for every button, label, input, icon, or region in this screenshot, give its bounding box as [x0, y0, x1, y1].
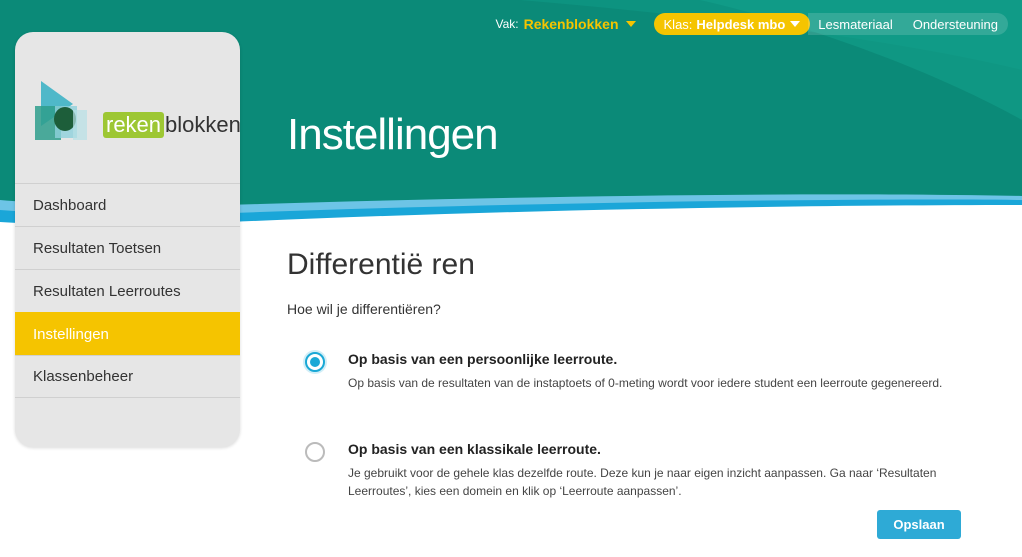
nav-link-ondersteuning[interactable]: Ondersteuning — [903, 13, 1008, 35]
vak-value: Rekenblokken — [523, 16, 619, 32]
sidebar-item-resultaten-toetsen[interactable]: Resultaten Toetsen — [15, 226, 240, 269]
vak-label: Vak: — [495, 17, 519, 31]
logo-text-blokken: blokken — [165, 112, 241, 137]
radio-persoonlijke-leerroute[interactable] — [305, 352, 325, 372]
nav-link-lesmateriaal[interactable]: Lesmateriaal — [808, 13, 902, 35]
logo-wordmark: reken blokken — [103, 112, 241, 138]
logo[interactable]: reken blokken — [33, 76, 241, 146]
klas-selector[interactable]: Klas: Helpdesk mbo — [653, 13, 811, 35]
sidebar-item-resultaten-leerroutes[interactable]: Resultaten Leerroutes — [15, 269, 240, 312]
nav-links: Lesmateriaal Ondersteuning — [808, 13, 1008, 35]
logo-icon — [35, 81, 87, 140]
option-description: Op basis van de resultaten van de instap… — [348, 376, 943, 390]
klas-value: Helpdesk mbo — [696, 16, 786, 32]
chevron-down-icon — [790, 21, 801, 27]
vak-selector[interactable]: Vak: Rekenblokken — [495, 16, 636, 32]
sidebar-item-dashboard[interactable]: Dashboard — [15, 183, 240, 226]
sidebar: reken blokken Dashboard Resultaten Toets… — [15, 32, 241, 447]
sidebar-menu: Dashboard Resultaten Toetsen Resultaten … — [15, 183, 240, 398]
chevron-down-icon — [625, 21, 636, 27]
radio-klassikale-leerroute[interactable] — [305, 442, 325, 462]
differentiation-question: Hoe wil je differentiëren? — [287, 301, 441, 317]
option-title: Op basis van een klassikale leerroute. — [348, 441, 601, 457]
sidebar-item-instellingen[interactable]: Instellingen — [15, 312, 240, 355]
section-title: Differentië ren — [287, 248, 475, 281]
option-title: Op basis van een persoonlijke leerroute. — [348, 351, 618, 367]
save-button[interactable]: Opslaan — [877, 510, 961, 539]
page-title: Instellingen — [287, 110, 499, 159]
sidebar-item-klassenbeheer[interactable]: Klassenbeheer — [15, 355, 240, 398]
logo-text-reken: reken — [103, 112, 165, 138]
top-navigation: Vak: Rekenblokken Klas: Helpdesk mbo Les… — [495, 13, 1008, 35]
klas-label: Klas: — [663, 16, 693, 32]
option-description: Je gebruikt voor de gehele klas dezelfde… — [348, 466, 937, 498]
